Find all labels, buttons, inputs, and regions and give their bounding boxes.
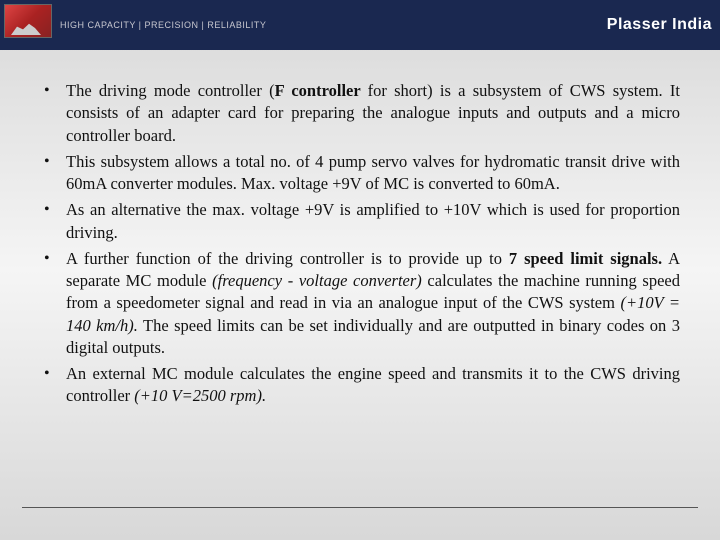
list-item: An external MC module calculates the eng… [40, 363, 680, 408]
text-run: This subsystem allows a total no. of 4 p… [66, 152, 680, 193]
list-item: This subsystem allows a total no. of 4 p… [40, 151, 680, 196]
tagline-text: HIGH CAPACITY | PRECISION | RELIABILITY [60, 20, 607, 30]
text-italic: (frequency - voltage converter) [212, 271, 422, 290]
text-bold: F controller [275, 81, 368, 100]
text-italic: (+10 V=2500 rpm). [134, 386, 266, 405]
brand-text: Plasser India [607, 16, 712, 34]
list-item: A further function of the driving contro… [40, 248, 680, 359]
logo-icon [4, 4, 52, 38]
slide-header: HIGH CAPACITY | PRECISION | RELIABILITY … [0, 0, 720, 50]
text-bold: 7 speed limit signals. [509, 249, 662, 268]
text-run: The driving mode controller ( [66, 81, 275, 100]
text-run: The speed limits can be set individually… [66, 316, 680, 357]
list-item: As an alternative the max. voltage +9V i… [40, 199, 680, 244]
text-run: A further function of the driving contro… [66, 249, 509, 268]
list-item: The driving mode controller (F controlle… [40, 80, 680, 147]
footer-divider [22, 507, 698, 508]
slide-body: The driving mode controller (F controlle… [0, 50, 720, 432]
bullet-list: The driving mode controller (F controlle… [40, 80, 680, 408]
text-run: As an alternative the max. voltage +9V i… [66, 200, 680, 241]
